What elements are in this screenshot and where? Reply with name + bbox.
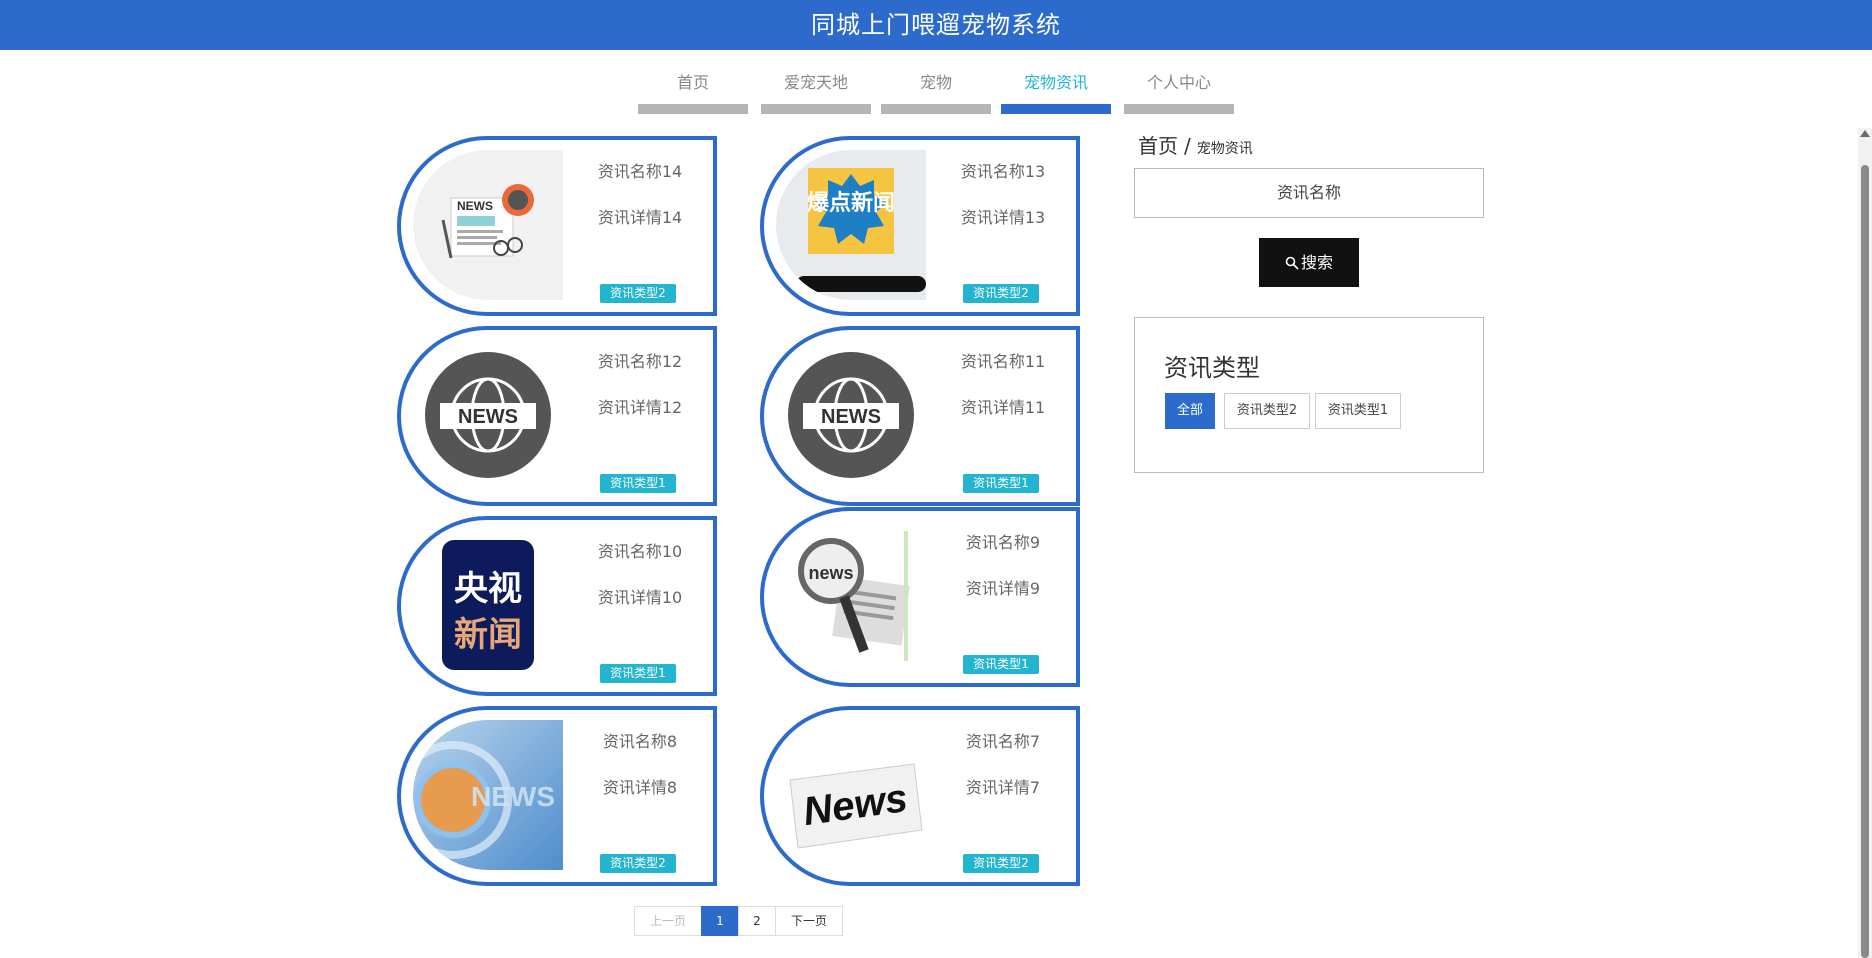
news-name: 资讯名称11 (960, 352, 1046, 371)
news-name: 资讯名称13 (960, 162, 1046, 181)
breadcrumb-home[interactable]: 首页 (1138, 134, 1178, 158)
news-name: 资讯名称8 (602, 732, 678, 751)
news-card[interactable]: News 资讯名称7 资讯详情7 资讯类型2 (760, 706, 1080, 886)
nav-item-home[interactable]: 首页 (638, 68, 748, 114)
thumb-text: NEWS (821, 406, 881, 428)
thumb-text: 新闻 (454, 615, 522, 655)
news-card[interactable]: news 资讯名称9 资讯详情9 资讯类型1 (760, 507, 1080, 687)
scroll-up-arrow-icon[interactable] (1860, 130, 1870, 137)
nav-underline (1124, 104, 1234, 114)
news-detail: 资讯详情11 (960, 398, 1046, 417)
type-filter-all[interactable]: 全部 (1165, 393, 1215, 429)
news-type-tag: 资讯类型2 (963, 854, 1039, 873)
news-detail: 资讯详情14 (597, 208, 683, 227)
news-name-search-input[interactable]: 资讯名称 (1134, 168, 1484, 218)
nav-underline (881, 104, 991, 114)
news-detail: 资讯详情7 (965, 778, 1041, 797)
nav-item-user-center[interactable]: 个人中心 (1124, 68, 1234, 114)
thumb-text: news (808, 563, 853, 583)
nav-item-label: 爱宠天地 (783, 73, 848, 92)
app-title: 同城上门喂遛宠物系统 (0, 0, 1872, 50)
thumb-text: NEWS (457, 199, 493, 213)
thumb-text: 央视 (454, 569, 522, 609)
magnifier-newspaper-image: news (776, 521, 926, 671)
breadcrumb: 首页 / 宠物资讯 (1138, 130, 1253, 159)
news-type-filter: 资讯类型 全部 资讯类型2 资讯类型1 (1134, 317, 1484, 473)
globe-news-broadcast-image: NEWS (413, 720, 563, 870)
news-globe-icon: NEWS (413, 340, 563, 490)
news-detail: 资讯详情9 (965, 579, 1041, 598)
type-filter-type2[interactable]: 资讯类型2 (1224, 393, 1310, 429)
news-type-tag: 资讯类型1 (600, 474, 676, 493)
scrollbar-thumb[interactable] (1861, 165, 1869, 958)
news-type-tag: 资讯类型1 (600, 664, 676, 683)
breaking-news-image: 爆点新闻 (776, 150, 926, 300)
nav-item-pet-news[interactable]: 宠物资讯 (1001, 68, 1111, 114)
news-card[interactable]: NEWS 资讯名称11 资讯详情11 资讯类型1 (760, 326, 1080, 506)
news-card[interactable]: 爆点新闻 资讯名称13 资讯详情13 资讯类型2 (760, 136, 1080, 316)
thumb-text: NEWS (471, 781, 555, 812)
news-name: 资讯名称9 (965, 533, 1041, 552)
news-type-title: 资讯类型 (1164, 354, 1260, 382)
news-name: 资讯名称12 (597, 352, 683, 371)
news-detail: 资讯详情12 (597, 398, 683, 417)
type-filter-type1[interactable]: 资讯类型1 (1315, 393, 1401, 429)
news-detail: 资讯详情10 (597, 588, 683, 607)
nav-item-label: 个人中心 (1146, 73, 1211, 92)
nav-underline (1001, 104, 1111, 114)
cctv-news-logo: 央视 新闻 (413, 530, 563, 680)
news-name: 资讯名称10 (597, 542, 683, 561)
search-button[interactable]: 搜索 (1259, 238, 1359, 287)
news-globe-icon: NEWS (776, 340, 926, 490)
news-card[interactable]: NEWS 资讯名称12 资讯详情12 资讯类型1 (397, 326, 717, 506)
news-type-tag: 资讯类型2 (600, 854, 676, 873)
breadcrumb-current: 宠物资讯 (1196, 141, 1253, 157)
news-detail: 资讯详情13 (960, 208, 1046, 227)
news-type-tag: 资讯类型2 (963, 284, 1039, 303)
search-icon (1285, 256, 1299, 270)
nav-item-label: 宠物 (919, 73, 952, 92)
news-type-tag: 资讯类型1 (963, 474, 1039, 493)
nav-item-label: 宠物资讯 (1023, 73, 1088, 92)
pagination: 上一页 1 2 下一页 (634, 906, 843, 936)
nav-underline (761, 104, 871, 114)
thumb-text: NEWS (458, 406, 518, 428)
search-button-label: 搜索 (1300, 253, 1333, 272)
news-card[interactable]: NEWS 资讯名称14 资讯详情14 资讯类型2 (397, 136, 717, 316)
news-detail: 资讯详情8 (602, 778, 678, 797)
newspaper-news-image: News (776, 720, 926, 870)
thumb-text: 爆点新闻 (807, 190, 895, 216)
news-type-tag: 资讯类型2 (600, 284, 676, 303)
page-number-2[interactable]: 2 (738, 906, 776, 936)
nav-underline (638, 104, 748, 114)
nav-item-pets[interactable]: 宠物 (881, 68, 991, 114)
prev-page-button[interactable]: 上一页 (634, 906, 702, 936)
news-name: 资讯名称7 (965, 732, 1041, 751)
nav-item-label: 首页 (676, 73, 709, 92)
news-type-tag: 资讯类型1 (963, 655, 1039, 674)
newspaper-coffee-image: NEWS (413, 150, 563, 300)
news-name: 资讯名称14 (597, 162, 683, 181)
news-card[interactable]: 央视 新闻 资讯名称10 资讯详情10 资讯类型1 (397, 516, 717, 696)
nav-item-pet-world[interactable]: 爱宠天地 (761, 68, 871, 114)
breadcrumb-separator: / (1184, 134, 1191, 158)
page-number-1[interactable]: 1 (701, 906, 739, 936)
news-card[interactable]: NEWS 资讯名称8 资讯详情8 资讯类型2 (397, 706, 717, 886)
next-page-button[interactable]: 下一页 (775, 906, 843, 936)
